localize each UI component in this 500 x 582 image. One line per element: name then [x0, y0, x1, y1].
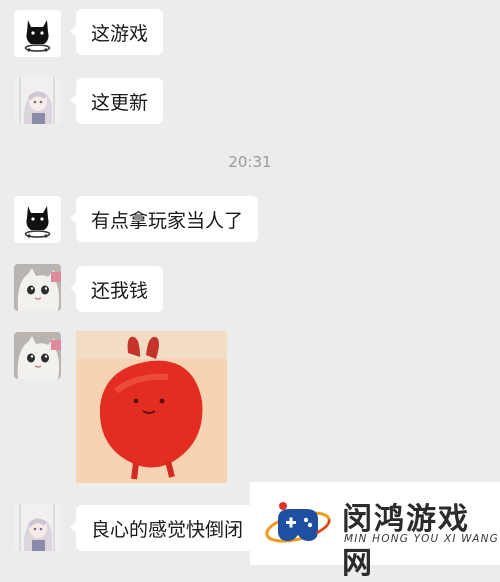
red-rabbit-sticker[interactable]: [76, 331, 227, 483]
white-cat-icon: [14, 332, 61, 379]
white-cat-avatar[interactable]: [14, 264, 61, 311]
message-bubble[interactable]: 这更新: [69, 78, 164, 124]
anime-girl-avatar[interactable]: [14, 77, 61, 124]
message-text: 这更新: [91, 91, 149, 114]
anime-girl-icon: [14, 77, 61, 124]
anime-girl-avatar[interactable]: [14, 504, 61, 551]
black-cat-avatar[interactable]: [14, 196, 61, 243]
white-cat-icon: [14, 264, 61, 311]
black-cat-icon: [14, 10, 61, 57]
chat-timestamp: 20:31: [228, 153, 272, 171]
message-text: 有点拿玩家当人了: [91, 209, 244, 232]
message-bubble[interactable]: 有点拿玩家当人了: [69, 196, 259, 242]
black-cat-icon: [14, 196, 61, 243]
black-cat-avatar[interactable]: [14, 10, 61, 57]
anime-girl-icon: [14, 504, 61, 551]
red-rabbit-icon: [76, 331, 227, 483]
watermark-subtitle: MIN HONG YOU XI WANG: [344, 533, 500, 545]
white-cat-avatar[interactable]: [14, 332, 61, 379]
message-bubble[interactable]: 良心的感觉快倒闭: [69, 505, 259, 551]
site-watermark: 闵鸿游戏网 MIN HONG YOU XI WANG: [250, 482, 500, 581]
message-text: 还我钱: [91, 279, 149, 302]
gamepad-logo-icon: [265, 502, 331, 543]
message-text: 良心的感觉快倒闭: [91, 518, 244, 541]
message-bubble[interactable]: 还我钱: [69, 266, 164, 312]
message-text: 这游戏: [91, 22, 149, 45]
message-bubble[interactable]: 这游戏: [69, 9, 164, 55]
